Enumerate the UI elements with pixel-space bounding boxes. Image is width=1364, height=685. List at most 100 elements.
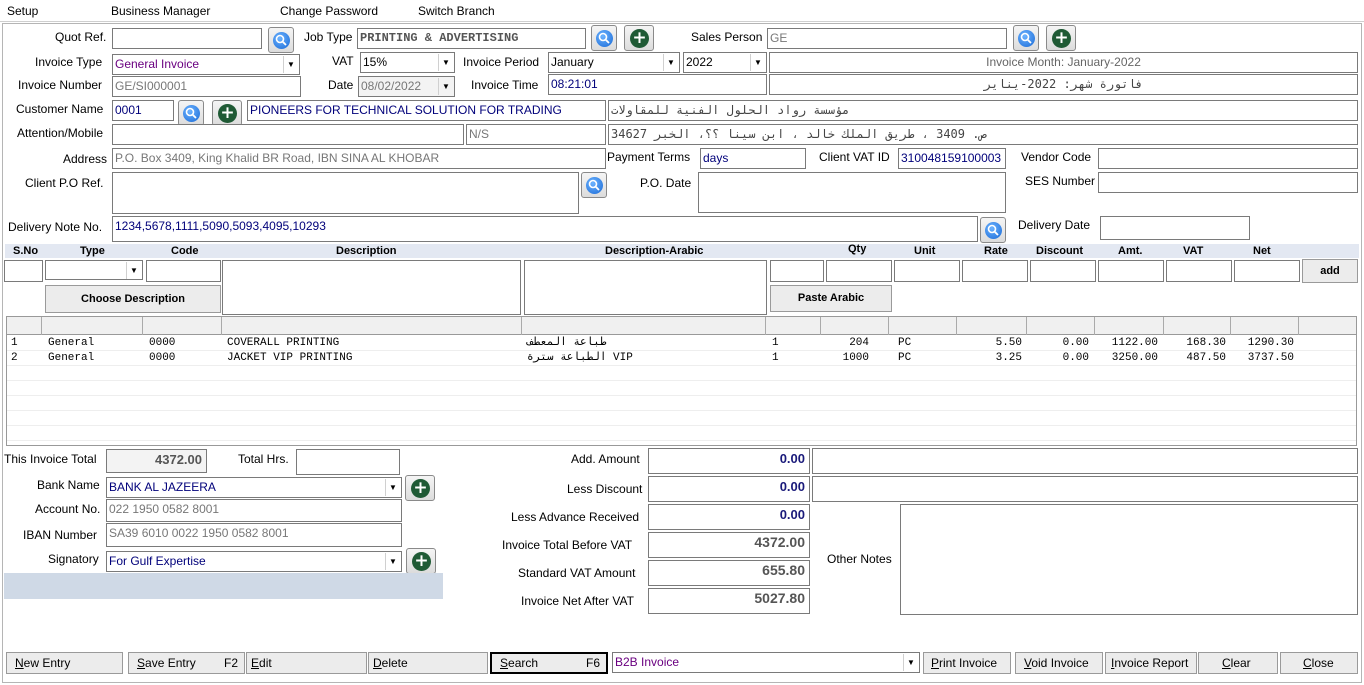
sales-person-search-button[interactable] bbox=[1013, 25, 1039, 51]
address-arabic-field[interactable]: ص. 3409 ، طريق الملك خالد ، ابن سينا ؟؟،… bbox=[608, 124, 1358, 145]
entry-code[interactable] bbox=[146, 260, 221, 282]
edit-button[interactable]: Edit bbox=[246, 652, 367, 674]
entry-qty[interactable] bbox=[826, 260, 892, 282]
job-type-label: Job Type bbox=[304, 30, 353, 44]
document-type-select[interactable]: B2B Invoice ▼ bbox=[612, 652, 920, 673]
table-row[interactable]: 1 General 0000 COVERALL PRINTING طباعة ا… bbox=[7, 336, 1356, 351]
bank-add-button[interactable]: + bbox=[405, 475, 435, 501]
paste-arabic-button[interactable]: Paste Arabic bbox=[770, 285, 892, 312]
customer-name-field[interactable]: PIONEERS FOR TECHNICAL SOLUTION FOR TRAD… bbox=[247, 100, 606, 121]
attention-field[interactable] bbox=[112, 124, 464, 145]
col-qty: Qty bbox=[848, 243, 867, 255]
address-field[interactable]: P.O. Box 3409, King Khalid BR Road, IBN … bbox=[112, 148, 606, 169]
less-discount-note[interactable] bbox=[812, 476, 1358, 502]
payment-terms-field[interactable]: days bbox=[700, 148, 806, 169]
invoice-month-select[interactable]: January ▼ bbox=[548, 52, 680, 73]
invoice-time-field[interactable]: 08:21:01 bbox=[548, 74, 767, 95]
entry-description-arabic[interactable] bbox=[524, 260, 767, 315]
cell-code: 0000 bbox=[149, 337, 176, 349]
menu-setup[interactable]: Setup bbox=[7, 4, 38, 18]
invoice-report-button[interactable]: Invoice Report bbox=[1105, 652, 1197, 674]
entry-type-select[interactable]: ▼ bbox=[45, 260, 143, 280]
customer-add-button[interactable]: + bbox=[212, 100, 242, 126]
add-amount-field[interactable]: 0.00 bbox=[648, 448, 810, 474]
date-field[interactable]: 08/02/2022 ▼ bbox=[358, 76, 455, 97]
net-after-vat-label: Invoice Net After VAT bbox=[521, 594, 634, 608]
entry-amt[interactable] bbox=[1098, 260, 1164, 282]
cell-qty: 1000 bbox=[842, 352, 869, 364]
close-button[interactable]: Close bbox=[1280, 652, 1358, 674]
invoice-year-select[interactable]: 2022 ▼ bbox=[683, 52, 767, 73]
entry-col6[interactable] bbox=[770, 260, 824, 282]
vat-select[interactable]: 15% ▼ bbox=[360, 52, 455, 73]
bank-name-value: BANK AL JAZEERA bbox=[109, 480, 216, 494]
menu-business-manager[interactable]: Business Manager bbox=[111, 4, 210, 18]
address-label: Address bbox=[63, 152, 108, 166]
clear-button[interactable]: Clear bbox=[1198, 652, 1278, 674]
client-vat-id-field[interactable]: 310048159100003 bbox=[898, 148, 1006, 169]
menu-change-password[interactable]: Change Password bbox=[280, 4, 378, 18]
job-type-search-button[interactable] bbox=[591, 25, 617, 51]
po-search-button[interactable] bbox=[581, 172, 607, 198]
entry-vat[interactable] bbox=[1166, 260, 1232, 282]
sales-person-field[interactable]: GE bbox=[767, 28, 1007, 49]
sales-person-add-button[interactable]: + bbox=[1046, 25, 1076, 51]
job-type-field[interactable]: PRINTING & ADVERTISING bbox=[357, 28, 586, 49]
add-amount-note[interactable] bbox=[812, 448, 1358, 474]
iban-field[interactable]: SA39 6010 0022 1950 0582 8001 bbox=[106, 523, 402, 547]
ses-number-field[interactable] bbox=[1098, 172, 1358, 193]
po-date-field[interactable] bbox=[698, 172, 1006, 213]
total-hrs-field[interactable] bbox=[296, 449, 400, 475]
entry-rate[interactable] bbox=[962, 260, 1028, 282]
signatory-select[interactable]: For Gulf Expertise ▼ bbox=[106, 551, 402, 572]
table-row[interactable]: 2 General 0000 JACKET VIP PRINTING الطبا… bbox=[7, 351, 1356, 366]
new-entry-button[interactable]: New Entry bbox=[6, 652, 123, 674]
less-discount-field[interactable]: 0.00 bbox=[648, 476, 810, 502]
table-row[interactable] bbox=[7, 381, 1356, 396]
client-po-ref-field[interactable] bbox=[112, 172, 579, 214]
delivery-date-field[interactable] bbox=[1100, 216, 1250, 240]
entry-discount[interactable] bbox=[1030, 260, 1096, 282]
mobile-field[interactable]: N/S bbox=[466, 124, 606, 145]
account-no-field[interactable]: 022 1950 0582 8001 bbox=[106, 499, 402, 522]
table-row[interactable] bbox=[7, 426, 1356, 441]
invoice-number-field[interactable]: GE/SI000001 bbox=[112, 76, 301, 97]
vendor-code-label: Vendor Code bbox=[1021, 150, 1092, 164]
customer-code-field[interactable]: 0001 bbox=[112, 100, 174, 121]
plus-icon: + bbox=[1052, 29, 1071, 48]
sales-person-label: Sales Person bbox=[691, 30, 763, 44]
bank-name-select[interactable]: BANK AL JAZEERA ▼ bbox=[106, 477, 402, 498]
delivery-note-field[interactable]: 1234,5678,1111,5090,5093,4095,10293 bbox=[112, 216, 978, 242]
job-type-add-button[interactable]: + bbox=[624, 25, 654, 51]
col-type: Type bbox=[80, 245, 105, 257]
print-accel: P bbox=[931, 656, 940, 670]
menu-switch-branch[interactable]: Switch Branch bbox=[418, 4, 495, 18]
entry-description[interactable] bbox=[222, 260, 521, 315]
print-invoice-button[interactable]: Print Invoice bbox=[923, 652, 1011, 674]
void-invoice-button[interactable]: Void Invoice bbox=[1015, 652, 1103, 674]
customer-search-button[interactable] bbox=[178, 100, 204, 126]
table-row[interactable] bbox=[7, 411, 1356, 426]
less-advance-field[interactable]: 0.00 bbox=[648, 504, 810, 530]
add-item-button[interactable]: add bbox=[1302, 259, 1358, 283]
grid-col bbox=[1231, 317, 1299, 335]
quot-search-button[interactable] bbox=[268, 27, 294, 53]
delivery-search-button[interactable] bbox=[980, 217, 1006, 243]
delete-button[interactable]: Delete bbox=[368, 652, 488, 674]
signatory-add-button[interactable]: + bbox=[406, 548, 436, 574]
save-entry-button[interactable]: Save Entry F2 bbox=[128, 652, 245, 674]
table-row[interactable] bbox=[7, 366, 1356, 381]
col-discount: Discount bbox=[1036, 245, 1084, 257]
quot-ref-field[interactable] bbox=[112, 28, 262, 49]
entry-net[interactable] bbox=[1234, 260, 1300, 282]
entry-unit[interactable] bbox=[894, 260, 960, 282]
invoice-type-select[interactable]: General Invoice ▼ bbox=[112, 54, 300, 75]
other-notes-field[interactable] bbox=[900, 504, 1358, 615]
search-button[interactable]: Search F6 bbox=[490, 652, 608, 674]
vendor-code-field[interactable] bbox=[1098, 148, 1358, 169]
entry-sno[interactable] bbox=[4, 260, 43, 282]
customer-name-arabic-field[interactable]: مؤسسة رواد الحلول الفنية للمقاولات bbox=[608, 100, 1358, 121]
table-row[interactable] bbox=[7, 396, 1356, 411]
choose-description-button[interactable]: Choose Description bbox=[45, 285, 221, 313]
items-grid[interactable]: 1 General 0000 COVERALL PRINTING طباعة ا… bbox=[6, 316, 1357, 446]
